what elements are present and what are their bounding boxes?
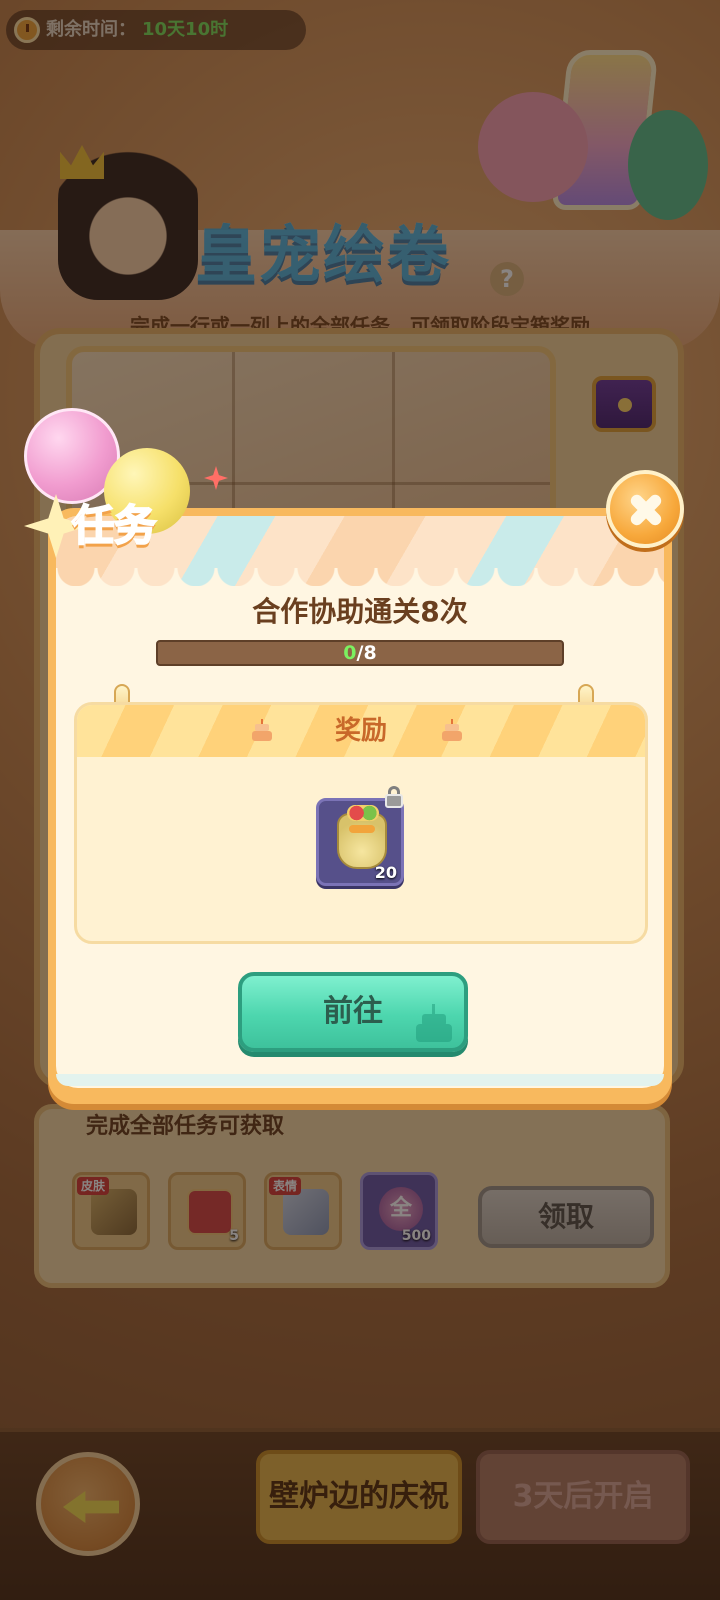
cake-icon [441,719,463,741]
go-button[interactable]: 前往 [238,972,468,1052]
gift-bag-icon [337,805,387,869]
reward-item-slot[interactable]: 20 [316,798,404,886]
progress-current: 0 [343,642,357,664]
close-button[interactable] [606,470,684,548]
reward-item-count: 20 [374,863,397,882]
task-progress-text: 0/8 [158,642,562,664]
modal-bottom-rim [56,1074,664,1086]
task-description: 合作协助通关8次 [252,595,468,628]
progress-total: 8 [363,642,377,664]
reward-header: 奖励 [334,716,387,746]
task-progress-bar: 0/8 [156,640,564,666]
modal-title-tag: 任务 [24,484,184,568]
go-button-label: 前往 [323,994,383,1029]
modal-title: 任务 [71,500,157,551]
lock-icon [384,786,404,808]
